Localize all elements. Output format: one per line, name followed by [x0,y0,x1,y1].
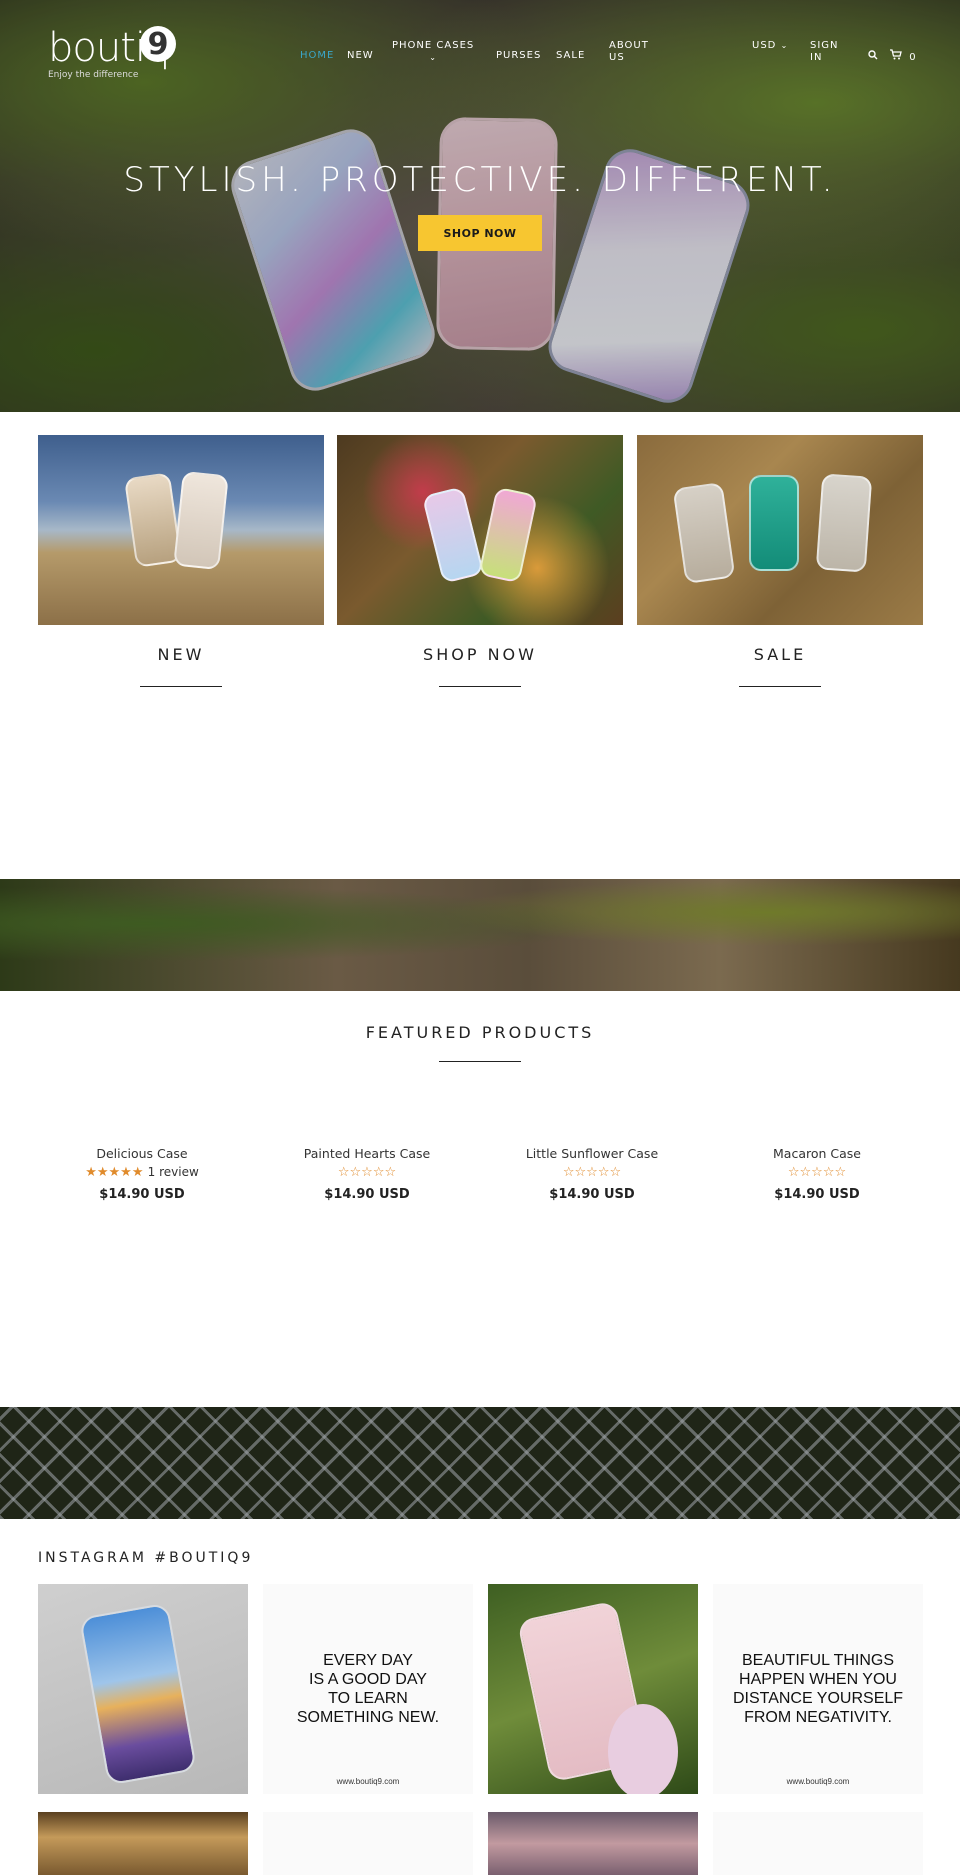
product-name[interactable]: Delicious Case [42,1146,242,1161]
quote-text: EVERY DAY IS A GOOD DAY TO LEARN SOMETHI… [296,1652,440,1726]
quote-url: www.boutiq9.com [336,1777,400,1786]
product-price: $14.90 USD [324,1187,410,1202]
instagram-photo[interactable] [38,1812,248,1875]
nav-phone-cases[interactable]: Phone Cases ⌄ [392,40,474,62]
star-icon: ☆☆☆☆☆ [562,1165,622,1180]
nav-phone-cases-label: Phone Cases [392,40,475,51]
parallax-banner-mesh [0,1407,960,1519]
nav-sale[interactable]: Sale [556,50,585,61]
currency-selector[interactable]: USD ⌄ [752,40,788,51]
hero-title: STYLISH. PROTECTIVE. DIFFERENT. [123,160,837,200]
product-rating: ☆☆☆☆☆ [492,1165,692,1183]
quote-text: BEAUTIFUL THINGS HAPPEN WHEN YOU DISTANC… [732,1652,904,1726]
category-new[interactable]: NEW [38,435,324,687]
instagram-quote-tile[interactable] [713,1812,923,1875]
star-icon: ★★★★★ [85,1165,144,1180]
instagram-photo[interactable] [488,1812,698,1875]
quote-url: www.boutiq9.com [786,1777,850,1786]
review-count[interactable]: 1 review [148,1165,199,1179]
category-new-image[interactable] [38,435,324,625]
chevron-down-icon: ⌄ [429,53,437,62]
product-card[interactable]: Painted Hearts Case ☆☆☆☆☆ $14.90 USD [267,1146,467,1202]
category-title[interactable]: SHOP NOW [337,645,623,664]
product-rating: ★★★★★ 1 review [42,1165,242,1183]
product-rating: ☆☆☆☆☆ [717,1165,917,1183]
logo[interactable]: boutiq 9 Enjoy the difference [48,26,176,80]
shop-now-button[interactable]: SHOP NOW [418,215,542,251]
category-sale-image[interactable] [637,435,923,625]
product-name[interactable]: Macaron Case [717,1146,917,1161]
nav-home[interactable]: Home [300,50,334,61]
product-rating: ☆☆☆☆☆ [267,1165,467,1183]
parallax-banner-leaves [0,879,960,991]
star-icon: ☆☆☆☆☆ [337,1165,397,1180]
divider [140,686,222,687]
instagram-photo[interactable] [488,1584,698,1794]
product-price: $14.90 USD [549,1187,635,1202]
product-card[interactable]: Macaron Case ☆☆☆☆☆ $14.90 USD [717,1146,917,1202]
cart-button[interactable]: 0 [890,49,917,63]
logo-mark: 9 [140,26,176,62]
product-name[interactable]: Painted Hearts Case [267,1146,467,1161]
category-title[interactable]: NEW [38,645,324,664]
currency-value: USD [752,40,777,51]
nav-purses[interactable]: Purses [496,50,541,61]
nav-about-us[interactable]: About Us [609,40,653,64]
cart-icon [890,49,906,63]
product-card[interactable]: Little Sunflower Case ☆☆☆☆☆ $14.90 USD [492,1146,692,1202]
category-shop-now-image[interactable] [337,435,623,625]
divider [439,1061,521,1062]
logo-tagline: Enjoy the difference [48,70,139,80]
category-shop-now[interactable]: SHOP NOW [337,435,623,687]
featured-products-title: FEATURED PRODUCTS [365,1023,595,1042]
product-name[interactable]: Little Sunflower Case [492,1146,692,1161]
product-price: $14.90 USD [774,1187,860,1202]
category-title[interactable]: SALE [637,645,923,664]
sign-in-link[interactable]: Sign In [810,40,846,64]
nav-new[interactable]: New [347,50,374,61]
product-card[interactable]: Delicious Case ★★★★★ 1 review $14.90 USD [42,1146,242,1202]
instagram-photo[interactable] [38,1584,248,1794]
instagram-quote-tile[interactable]: BEAUTIFUL THINGS HAPPEN WHEN YOU DISTANC… [713,1584,923,1794]
instagram-title: INSTAGRAM #BOUTIQ9 [38,1550,254,1566]
divider [739,686,821,687]
search-icon[interactable] [868,50,878,63]
cart-count: 0 [909,52,917,63]
product-price: $14.90 USD [99,1187,185,1202]
instagram-quote-tile[interactable] [263,1812,473,1875]
divider [439,686,521,687]
category-sale[interactable]: SALE [637,435,923,687]
chevron-down-icon: ⌄ [780,41,789,50]
star-icon: ☆☆☆☆☆ [787,1165,847,1180]
instagram-quote-tile[interactable]: EVERY DAY IS A GOOD DAY TO LEARN SOMETHI… [263,1584,473,1794]
